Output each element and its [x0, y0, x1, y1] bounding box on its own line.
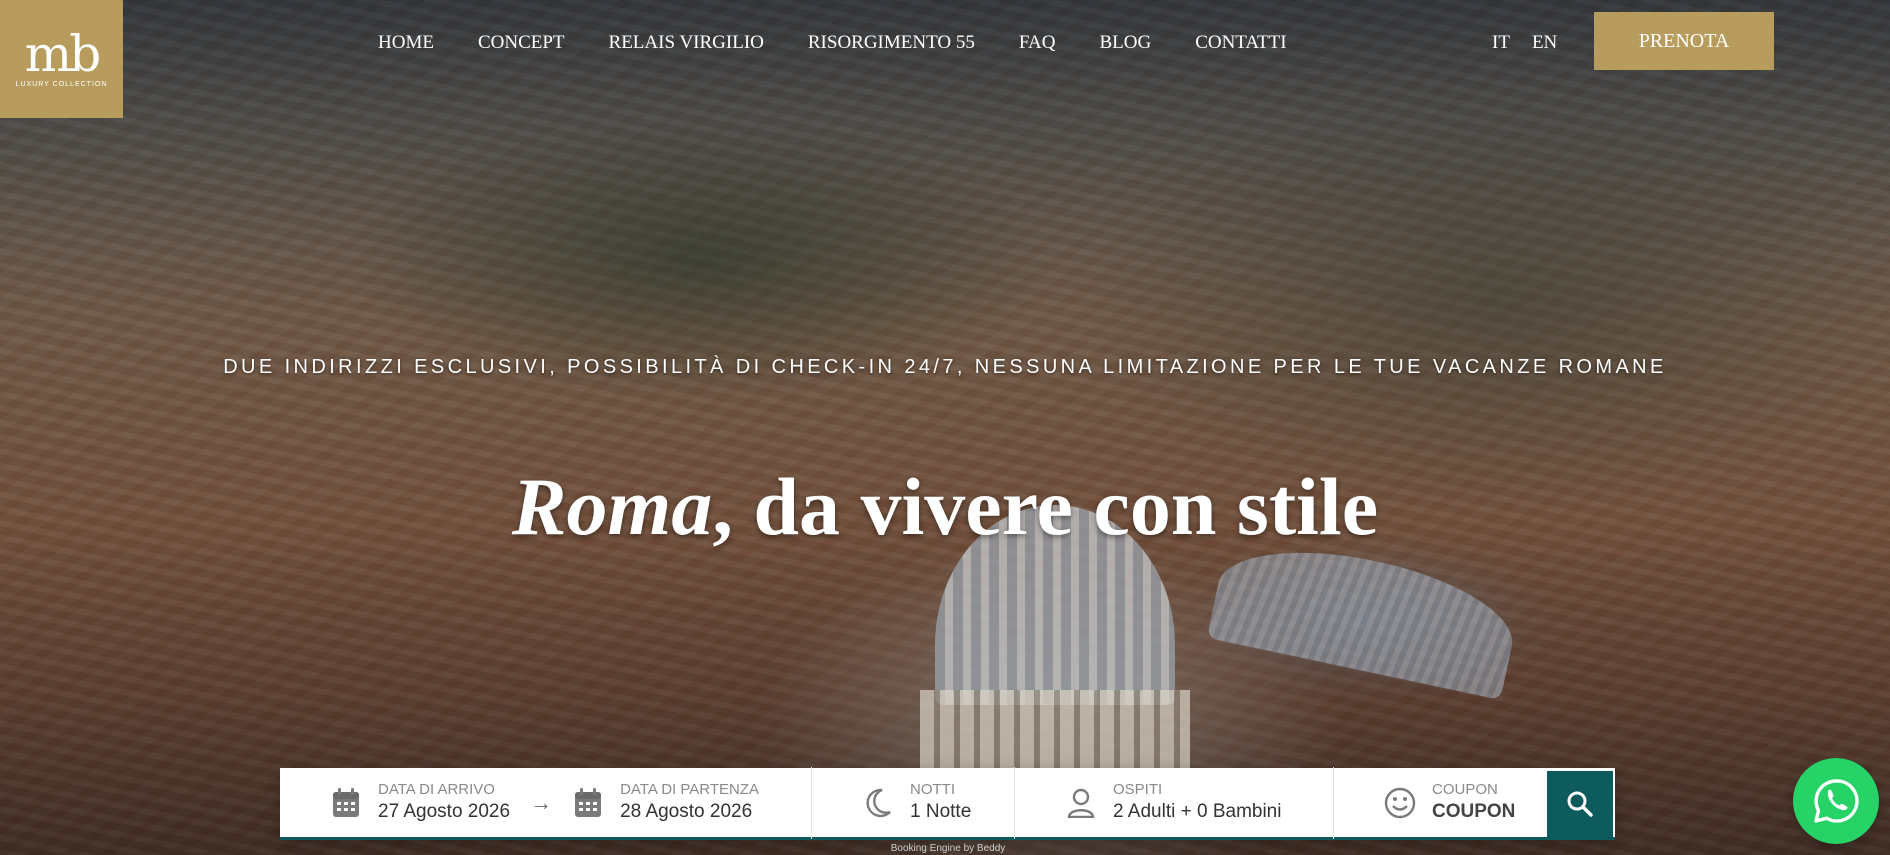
- booking-engine-credit[interactable]: Booking Engine by Beddy: [888, 843, 1008, 854]
- coupon-field[interactable]: COUPON COUPON: [1334, 768, 1515, 837]
- nights-label: NOTTI: [910, 780, 955, 798]
- guests-value: 2 Adulti + 0 Bambini: [1113, 800, 1282, 822]
- nav-item-home[interactable]: HOME: [378, 30, 434, 56]
- language-switcher: IT EN: [1492, 30, 1557, 56]
- nav-item-concept[interactable]: CONCEPT: [478, 30, 565, 56]
- guests-label: OSPITI: [1113, 780, 1163, 798]
- arrival-date-value: 27 Agosto 2026: [378, 800, 511, 822]
- coupon-input[interactable]: COUPON: [1432, 799, 1515, 825]
- nav-item-risorgimento-55[interactable]: RISORGIMENTO 55: [808, 30, 975, 56]
- nav-item-relais-virgilio[interactable]: RELAIS VIRGILIO: [609, 30, 764, 56]
- nights-text: NOTTI 1 Notte: [910, 781, 971, 825]
- hero-tagline: DUE INDIRIZZI ESCLUSIVI, POSSIBILITÀ DI …: [223, 356, 1667, 378]
- arrival-date-field[interactable]: DATA DI ARRIVO 27 Agosto 2026: [280, 768, 510, 837]
- nav-item-contatti[interactable]: CONTATTI: [1195, 30, 1286, 56]
- headline-italic: Roma: [511, 461, 713, 552]
- user-icon: [1065, 787, 1097, 819]
- departure-date-value: 28 Agosto 2026: [620, 800, 753, 822]
- departure-date-label: DATA DI PARTENZA: [620, 780, 759, 798]
- arrow-right-icon: →: [530, 789, 553, 815]
- moon-icon: [862, 787, 894, 819]
- lang-it[interactable]: IT: [1492, 30, 1510, 56]
- site-logo[interactable]: mb LUXURY COLLECTION: [0, 0, 123, 118]
- guests-field[interactable]: OSPITI 2 Adulti + 0 Bambini: [1015, 768, 1333, 837]
- departure-date-text: DATA DI PARTENZA 28 Agosto 2026: [620, 781, 759, 825]
- coupon-label: COUPON: [1432, 780, 1498, 798]
- smiley-icon: [1384, 787, 1416, 819]
- logo-mark: mb: [24, 24, 101, 83]
- coupon-text: COUPON COUPON: [1432, 781, 1515, 825]
- calendar-icon: [572, 787, 604, 819]
- guests-text: OSPITI 2 Adulti + 0 Bambini: [1113, 781, 1281, 825]
- lang-en[interactable]: EN: [1532, 30, 1557, 56]
- whatsapp-button[interactable]: [1793, 758, 1879, 844]
- arrival-date-label: DATA DI ARRIVO: [378, 780, 495, 798]
- search-button[interactable]: [1547, 771, 1613, 837]
- departure-date-field[interactable]: DATA DI PARTENZA 28 Agosto 2026: [572, 768, 759, 837]
- hero-headline: Roma, da vivere con stile: [0, 462, 1890, 552]
- nights-field[interactable]: NOTTI 1 Notte: [812, 768, 1014, 837]
- main-nav: HOME CONCEPT RELAIS VIRGILIO RISORGIMENT…: [378, 30, 1331, 56]
- nights-value: 1 Notte: [910, 800, 972, 822]
- search-icon: [1567, 791, 1593, 817]
- headline-rest: , da vivere con stile: [712, 461, 1379, 552]
- hero-building: [1206, 530, 1524, 700]
- nav-item-faq[interactable]: FAQ: [1019, 30, 1056, 56]
- whatsapp-icon: [1814, 779, 1859, 823]
- nav-item-blog[interactable]: BLOG: [1099, 30, 1151, 56]
- logo-subtitle: LUXURY COLLECTION: [15, 80, 108, 88]
- booking-bar: DATA DI ARRIVO 27 Agosto 2026 → DATA DI …: [280, 766, 1615, 840]
- hero-background: [0, 0, 1890, 855]
- arrival-date-text: DATA DI ARRIVO 27 Agosto 2026: [378, 781, 510, 825]
- book-button[interactable]: PRENOTA: [1594, 12, 1774, 70]
- calendar-icon: [330, 787, 362, 819]
- hero-dome-drum: [920, 690, 1190, 770]
